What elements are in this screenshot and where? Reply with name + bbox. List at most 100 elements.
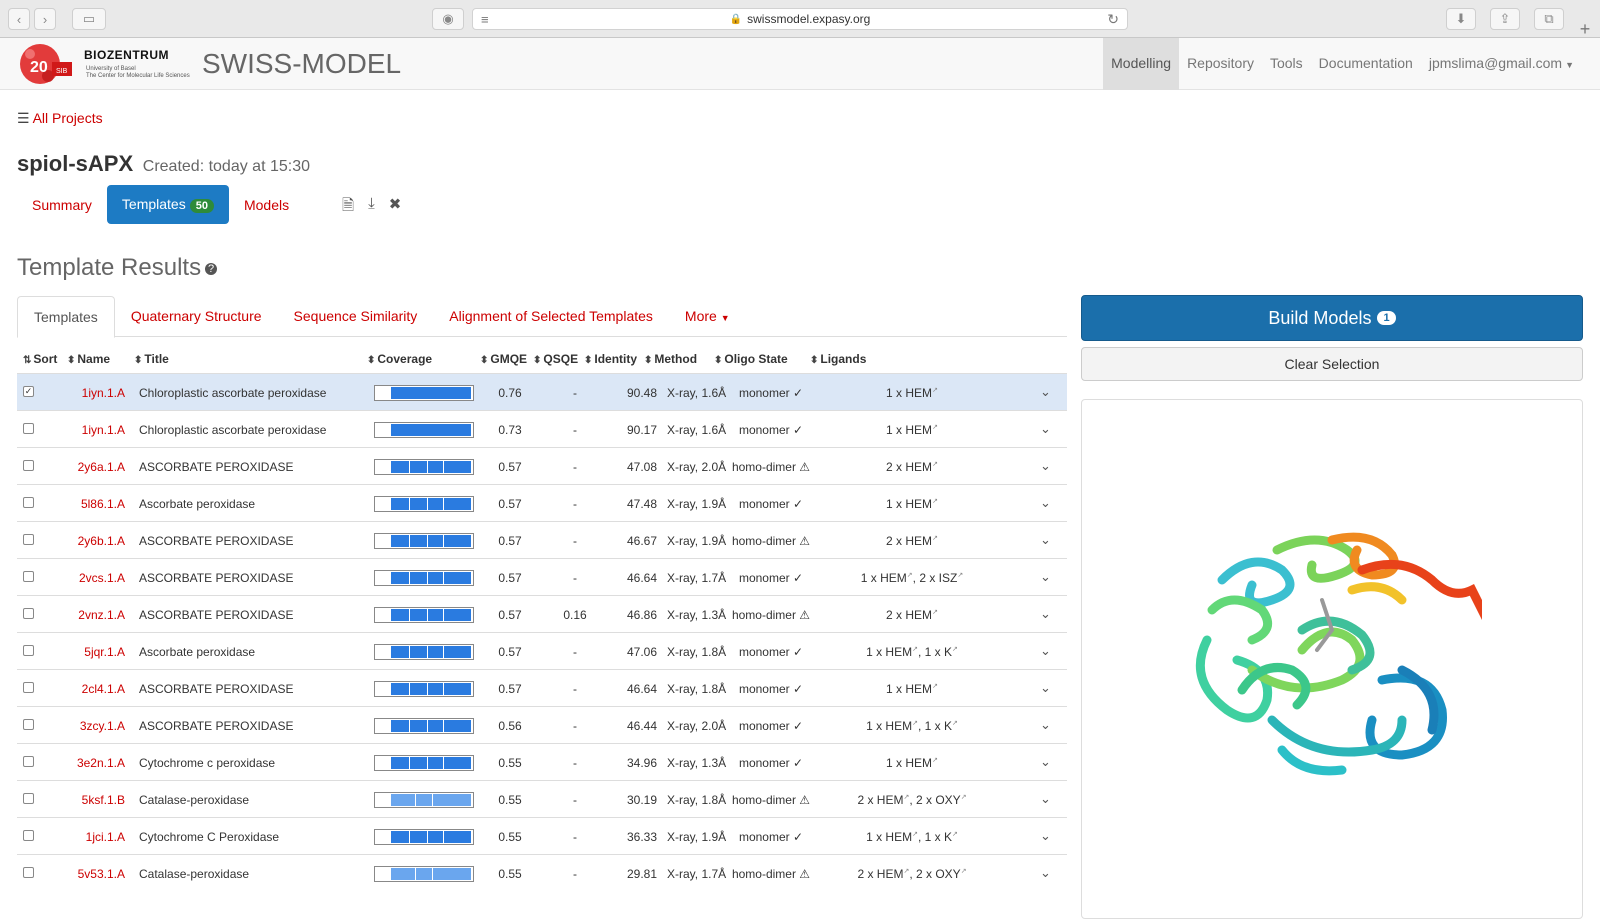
external-link-icon[interactable]: ↗ bbox=[912, 720, 918, 727]
ligand[interactable]: 2 x ISZ bbox=[919, 571, 957, 585]
chevron-down-icon[interactable]: ⌄ bbox=[1040, 717, 1051, 733]
chevron-down-icon[interactable]: ⌄ bbox=[1040, 421, 1051, 437]
nav-tools[interactable]: Tools bbox=[1262, 38, 1311, 90]
chevron-down-icon[interactable]: ⌄ bbox=[1040, 754, 1051, 770]
template-name-link[interactable]: 3e2n.1.A bbox=[77, 756, 125, 770]
ligand[interactable]: 2 x HEM bbox=[886, 608, 932, 622]
external-link-icon[interactable]: ↗ bbox=[912, 831, 918, 838]
tab-more[interactable]: More ▼ bbox=[669, 296, 746, 337]
table-row[interactable]: 5jqr.1.A Ascorbate peroxidase 0.57 - 47.… bbox=[17, 632, 1067, 669]
ligand[interactable]: 1 x K bbox=[925, 645, 952, 659]
template-name-link[interactable]: 1iyn.1.A bbox=[82, 423, 125, 437]
select-checkbox[interactable] bbox=[23, 608, 34, 619]
col-title[interactable]: ⬍ Title bbox=[134, 352, 169, 366]
col-gmqe[interactable]: ⬍ GMQE bbox=[480, 352, 527, 366]
table-row[interactable]: ✓ 1iyn.1.A Chloroplastic ascorbate perox… bbox=[17, 373, 1067, 410]
forward-icon[interactable]: › bbox=[34, 8, 56, 30]
biozentrum-label[interactable]: BIOZENTRUM bbox=[84, 48, 169, 62]
table-row[interactable]: 1jci.1.A Cytochrome C Peroxidase 0.55 - … bbox=[17, 817, 1067, 854]
ligand[interactable]: 2 x OXY bbox=[916, 793, 961, 807]
select-checkbox[interactable] bbox=[23, 460, 34, 471]
select-checkbox[interactable] bbox=[23, 645, 34, 656]
sib-20-logo[interactable]: 20 SIB bbox=[16, 42, 74, 86]
col-coverage[interactable]: ⬍ Coverage bbox=[367, 352, 432, 366]
nav-modelling[interactable]: Modelling bbox=[1103, 38, 1180, 90]
chevron-down-icon[interactable]: ⌄ bbox=[1040, 865, 1051, 881]
select-checkbox[interactable] bbox=[23, 867, 34, 878]
ligand[interactable]: 1 x HEM bbox=[886, 386, 932, 400]
address-bar[interactable]: ≡ 🔒 swissmodel.expasy.org ↻ bbox=[472, 8, 1128, 30]
external-link-icon[interactable]: ↗ bbox=[952, 831, 958, 838]
col-oligo-state[interactable]: ⬍ Oligo State bbox=[714, 352, 788, 366]
nav-user-menu[interactable]: jpmslima@gmail.com ▼ bbox=[1421, 38, 1600, 90]
template-name-link[interactable]: 5v53.1.A bbox=[78, 867, 125, 881]
template-name-link[interactable]: 2vnz.1.A bbox=[78, 608, 125, 622]
ligand[interactable]: 1 x HEM bbox=[866, 719, 912, 733]
chevron-down-icon[interactable]: ⌄ bbox=[1040, 384, 1051, 400]
template-name-link[interactable]: 5ksf.1.B bbox=[82, 793, 125, 807]
tab-quaternary-structure[interactable]: Quaternary Structure bbox=[115, 296, 278, 337]
reload-icon[interactable]: ↻ bbox=[1107, 11, 1119, 28]
col-qsqe[interactable]: ⬍ QSQE bbox=[533, 352, 578, 366]
col-method[interactable]: ⬍ Method bbox=[644, 352, 697, 366]
select-checkbox[interactable] bbox=[23, 423, 34, 434]
external-link-icon[interactable]: ↗ bbox=[932, 683, 938, 690]
external-link-icon[interactable]: ↗ bbox=[932, 424, 938, 431]
table-row[interactable]: 3zcy.1.A ASCORBATE PEROXIDASE 0.56 - 46.… bbox=[17, 706, 1067, 743]
ligand[interactable]: 1 x HEM bbox=[886, 756, 932, 770]
select-checkbox[interactable] bbox=[23, 719, 34, 730]
external-link-icon[interactable]: ↗ bbox=[932, 757, 938, 764]
table-row[interactable]: 1iyn.1.A Chloroplastic ascorbate peroxid… bbox=[17, 410, 1067, 447]
ligand[interactable]: 1 x K bbox=[925, 830, 952, 844]
nav-repository[interactable]: Repository bbox=[1179, 38, 1262, 90]
table-row[interactable]: 2y6a.1.A ASCORBATE PEROXIDASE 0.57 - 47.… bbox=[17, 447, 1067, 484]
table-row[interactable]: 3e2n.1.A Cytochrome c peroxidase 0.55 - … bbox=[17, 743, 1067, 780]
table-row[interactable]: 5ksf.1.B Catalase-peroxidase 0.55 - 30.1… bbox=[17, 780, 1067, 817]
reader-icon[interactable]: ≡ bbox=[481, 12, 489, 27]
template-name-link[interactable]: 1iyn.1.A bbox=[82, 386, 125, 400]
external-link-icon[interactable]: ↗ bbox=[912, 646, 918, 653]
close-icon[interactable]: ✖ bbox=[389, 195, 402, 220]
help-icon[interactable]: ? bbox=[205, 262, 218, 275]
sidebar-icon[interactable]: ▭ bbox=[72, 8, 106, 30]
all-projects-link[interactable]: ☰ All Projects bbox=[17, 110, 103, 127]
select-checkbox[interactable] bbox=[23, 830, 34, 841]
template-name-link[interactable]: 2y6b.1.A bbox=[78, 534, 125, 548]
ligand[interactable]: 2 x HEM bbox=[886, 534, 932, 548]
chevron-down-icon[interactable]: ⌄ bbox=[1040, 569, 1051, 585]
ligand[interactable]: 1 x HEM bbox=[866, 645, 912, 659]
ligand[interactable]: 2 x HEM bbox=[857, 867, 903, 881]
structure-viewer[interactable] bbox=[1081, 399, 1583, 919]
ligand[interactable]: 1 x HEM bbox=[886, 423, 932, 437]
plus-icon[interactable]: + bbox=[1570, 20, 1600, 38]
external-link-icon[interactable]: ↗ bbox=[932, 609, 938, 616]
extension-icon[interactable]: ◉ bbox=[432, 8, 464, 30]
chevron-down-icon[interactable]: ⌄ bbox=[1040, 458, 1051, 474]
external-link-icon[interactable]: ↗ bbox=[961, 794, 967, 801]
table-row[interactable]: 2vcs.1.A ASCORBATE PEROXIDASE 0.57 - 46.… bbox=[17, 558, 1067, 595]
tab-sequence-similarity[interactable]: Sequence Similarity bbox=[278, 296, 434, 337]
chevron-down-icon[interactable]: ⌄ bbox=[1040, 680, 1051, 696]
chevron-down-icon[interactable]: ⌄ bbox=[1040, 606, 1051, 622]
template-name-link[interactable]: 3zcy.1.A bbox=[80, 719, 125, 733]
tab-templates-list[interactable]: Templates bbox=[17, 296, 115, 338]
template-name-link[interactable]: 2vcs.1.A bbox=[79, 571, 125, 585]
external-link-icon[interactable]: ↗ bbox=[932, 461, 938, 468]
external-link-icon[interactable]: ↗ bbox=[932, 535, 938, 542]
tab-alignment[interactable]: Alignment of Selected Templates bbox=[433, 296, 669, 337]
table-row[interactable]: 5v53.1.A Catalase-peroxidase 0.55 - 29.8… bbox=[17, 854, 1067, 891]
tab-models[interactable]: Models bbox=[229, 186, 304, 224]
template-name-link[interactable]: 1jci.1.A bbox=[86, 830, 125, 844]
chevron-down-icon[interactable]: ⌄ bbox=[1040, 828, 1051, 844]
col-ligands[interactable]: ⬍ Ligands bbox=[810, 352, 866, 366]
select-checkbox[interactable] bbox=[23, 497, 34, 508]
ligand[interactable]: 1 x HEM bbox=[886, 497, 932, 511]
ligand[interactable]: 1 x HEM bbox=[861, 571, 907, 585]
template-name-link[interactable]: 5l86.1.A bbox=[81, 497, 125, 511]
site-brand[interactable]: SWISS-MODEL bbox=[202, 48, 401, 80]
chevron-down-icon[interactable]: ⌄ bbox=[1040, 643, 1051, 659]
table-row[interactable]: 5l86.1.A Ascorbate peroxidase 0.57 - 47.… bbox=[17, 484, 1067, 521]
external-link-icon[interactable]: ↗ bbox=[952, 720, 958, 727]
external-link-icon[interactable]: ↗ bbox=[903, 794, 909, 801]
chevron-down-icon[interactable]: ⌄ bbox=[1040, 532, 1051, 548]
